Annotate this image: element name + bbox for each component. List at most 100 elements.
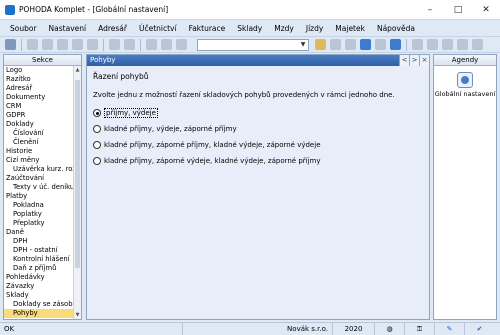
sidebar-item[interactable]: Daň z příjmů [4,264,73,273]
settings-icon [457,72,473,88]
forward-arrow-icon[interactable] [124,39,135,50]
main-panel: Pohyby < > × Řazení pohybů Zvolte jednu … [86,54,430,320]
sidebar-item[interactable]: Kontrolní hlášení [4,255,73,264]
sidebar-item[interactable]: GDPR [4,111,73,120]
back-arrow-icon[interactable] [109,39,120,50]
sidebar-item[interactable]: Adresář [4,84,73,93]
layout-icon[interactable] [412,39,423,50]
filter-icon[interactable] [176,39,187,50]
sidebar-item[interactable]: Cizí měny [4,156,73,165]
scroll-down-icon[interactable]: ▼ [74,311,81,319]
sidebar-item[interactable]: Razítko [4,75,73,84]
table-icon[interactable] [345,39,356,50]
status-bar: OK Novák s.r.o. 2020 ◍ ⚿ ✎ ✔ [0,322,500,335]
list-icon[interactable] [330,39,341,50]
copy-record-icon[interactable] [42,39,53,50]
next-section-button[interactable]: > [409,55,419,66]
sidebar-item[interactable]: Poplatky [4,210,73,219]
settings-content: Řazení pohybů Zvolte jednu z možností řa… [87,66,429,319]
radio-button[interactable] [93,125,101,133]
sidebar-item[interactable]: Uzávěrka kurz. rozdílů [4,165,73,174]
chevron-down-icon: ▼ [300,40,306,48]
sidebar-item[interactable]: CRM [4,102,73,111]
sidebar-item[interactable]: Dokumenty [4,93,73,102]
radio-button[interactable] [93,141,101,149]
toolbar: ▼ [0,36,500,53]
cancel-icon[interactable] [161,39,172,50]
sidebar-item[interactable]: Přeplatky [4,219,73,228]
calendar-icon[interactable] [360,39,371,50]
search-combo[interactable]: ▼ [197,38,309,51]
sidebar-item[interactable]: Pohyby [4,309,73,318]
sidebar-item[interactable]: Historie [4,147,73,156]
agenda-label: Globální nastavení [434,90,496,98]
delete-record-icon[interactable] [72,39,83,50]
agendas-header: Agendy [434,55,496,66]
menu-soubor[interactable]: Soubor [4,24,43,33]
toolbar-separator [103,38,104,51]
window-title: POHODA Komplet - [Globální nastavení] [19,5,169,14]
radio-button[interactable] [93,109,101,117]
sorting-option[interactable]: příjmy, výdeje [93,108,423,118]
sorting-option[interactable]: kladné příjmy, výdeje, záporné příjmy [93,124,423,134]
sidebar-item[interactable]: DPH [4,237,73,246]
sorting-option[interactable]: kladné příjmy, záporné příjmy, kladné vý… [93,140,423,150]
option-label: příjmy, výdeje [104,108,158,118]
sidebar-item[interactable]: Číslování [4,129,73,138]
sidebar-item[interactable]: Texty v úč. deníku [4,183,73,192]
sidebar-item[interactable]: Závazky [4,282,73,291]
sidebar-item[interactable]: Daně [4,228,73,237]
maximize-button[interactable]: □ [444,0,472,20]
menu-napoveda[interactable]: Nápověda [371,24,421,33]
window-controls: – □ ✕ [416,0,500,20]
close-panel-button[interactable]: × [419,55,429,66]
sidebar-item[interactable]: DPH - ostatní [4,246,73,255]
edit-record-icon[interactable] [57,39,68,50]
save-icon[interactable] [146,39,157,50]
menu-sklady[interactable]: Sklady [231,24,268,33]
sidebar-item[interactable]: Doklady se zásobami [4,300,73,309]
scrollbar-thumb[interactable] [75,80,80,268]
menu-nastaveni[interactable]: Nastavení [43,24,93,33]
menu-majetek[interactable]: Majetek [329,24,371,33]
sidebar-item[interactable]: Logo [4,66,73,75]
sidebar-item[interactable]: Platby [4,192,73,201]
sidebar-item[interactable]: Zaúčtování [4,174,73,183]
window-icon[interactable] [457,39,468,50]
toolbar-separator [21,38,22,51]
close-button[interactable]: ✕ [472,0,500,20]
check-icon: ✔ [464,322,494,335]
sidebar-item[interactable]: Pokladna [4,201,73,210]
rows-icon[interactable] [442,39,453,50]
prev-section-button[interactable]: < [399,55,409,66]
radio-button[interactable] [93,157,101,165]
tools-icon[interactable] [472,39,483,50]
main-panel-header: Pohyby < > × [87,55,429,66]
sidebar-item[interactable]: Členění [4,138,73,147]
menu-mzdy[interactable]: Mzdy [268,24,300,33]
agenda-icon[interactable] [5,39,16,50]
agendas-panel: Agendy Globální nastavení [433,54,497,320]
new-record-icon[interactable] [27,39,38,50]
sorting-option[interactable]: kladné příjmy, záporné výdeje, kladné vý… [93,156,423,166]
minimize-button[interactable]: – [416,0,444,20]
sidebar-item[interactable]: Sklady [4,291,73,300]
menu-adresar[interactable]: Adresář [92,24,133,33]
sections-scrollbar[interactable]: ▲ ▼ [73,66,81,319]
columns-icon[interactable] [427,39,438,50]
grid-icon[interactable] [375,39,386,50]
menu-ucetnictvi[interactable]: Účetnictví [133,24,183,33]
isdoc-icon[interactable] [390,39,401,50]
agenda-global-settings[interactable]: Globální nastavení [434,72,496,98]
network-icon: ◍ [374,322,404,335]
folder-icon[interactable] [315,39,326,50]
sorting-options: příjmy, výdeje kladné příjmy, výdeje, záp… [93,108,423,166]
scroll-up-icon[interactable]: ▲ [74,66,81,74]
toolbar-separator [406,38,407,51]
print-icon[interactable] [87,39,98,50]
menu-fakturace[interactable]: Fakturace [183,24,232,33]
menu-jizdy[interactable]: Jízdy [300,24,329,33]
sidebar-item[interactable]: Doklady [4,120,73,129]
sidebar-item[interactable]: Pohledávky [4,273,73,282]
section-title: Řazení pohybů [93,72,149,81]
